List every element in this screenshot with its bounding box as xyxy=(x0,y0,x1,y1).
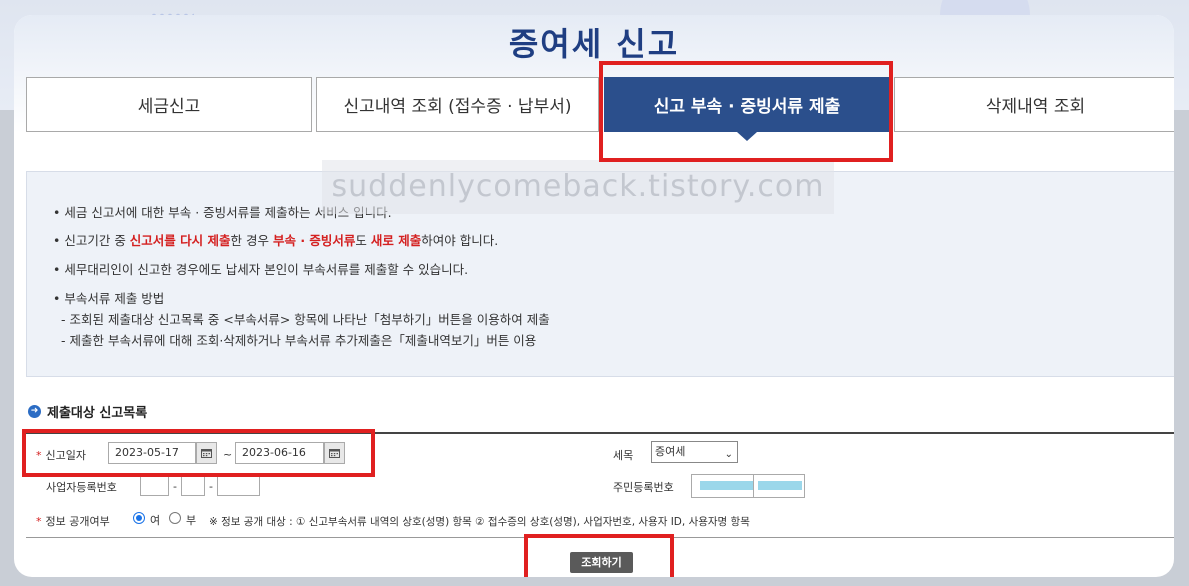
disclosure-yes-radio[interactable] xyxy=(133,512,145,524)
info-highlight: 부속 · 증빙서류 xyxy=(272,233,356,248)
disclosure-no-label: 부 xyxy=(186,514,197,527)
highlight-box xyxy=(524,534,674,577)
biz-no-part3-input[interactable] xyxy=(217,476,260,496)
tab-report-history[interactable]: 신고내역 조회 (접수증 · 납부서) xyxy=(316,77,599,132)
info-line: • 세무대리인이 신고한 경우에도 납세자 본인이 부속서류를 제출할 수 있습… xyxy=(53,262,469,277)
info-line: • 부속서류 제출 방법 xyxy=(53,291,165,306)
resident-no-label: 주민등록번호 xyxy=(613,481,674,494)
biz-no-label: 사업자등록번호 xyxy=(46,481,117,494)
info-line: • 신고기간 중 신고서를 다시 제출한 경우 부속 · 증빙서류도 새로 제출… xyxy=(53,230,498,249)
main-card: 증여세 신고 세금신고 신고내역 조회 (접수증 · 납부서) 신고 부속 · … xyxy=(14,15,1174,577)
info-sub-line: - 제출한 부속서류에 대해 조회·삭제하거나 부속서류 추가제출은「제출내역보… xyxy=(61,333,537,348)
section-title-text: 제출대상 신고목록 xyxy=(47,406,148,421)
chevron-down-icon: ⌄ xyxy=(724,449,733,460)
info-text: • 신고기간 중 xyxy=(53,233,130,248)
page-title: 증여세 신고 xyxy=(508,25,680,63)
disclosure-label-text: 정보 공개여부 xyxy=(45,515,110,528)
dash-separator: - xyxy=(209,480,213,493)
info-sub-line: - 조회된 제출대상 신고목록 중 <부속서류> 항목에 나타난「첨부하기」버튼… xyxy=(61,312,550,327)
info-text: 하여야 합니다. xyxy=(421,233,499,248)
watermark: suddenlycomeback.tistory.com xyxy=(322,160,834,214)
dash-separator: - xyxy=(173,480,177,493)
info-text: 한 경우 xyxy=(230,233,273,248)
masked-value xyxy=(758,481,802,490)
info-text: 도 xyxy=(355,233,371,248)
tax-type-value: 증여세 xyxy=(655,445,686,458)
disclosure-no-radio[interactable] xyxy=(169,512,181,524)
info-highlight: 신고서를 다시 제출 xyxy=(129,233,231,248)
disclosure-yes-label: 여 xyxy=(150,514,161,527)
highlight-box xyxy=(599,61,893,162)
tax-type-label: 세목 xyxy=(613,449,634,462)
resident-no-part2-input[interactable] xyxy=(753,474,805,498)
arrow-right-icon: ➜ xyxy=(28,405,41,418)
highlight-box xyxy=(22,429,375,477)
disclosure-label: * 정보 공개여부 xyxy=(36,513,110,529)
info-highlight: 새로 제출 xyxy=(370,233,422,248)
required-mark: * xyxy=(36,515,42,528)
tax-type-select[interactable]: 증여세 ⌄ xyxy=(651,441,738,463)
biz-no-part2-input[interactable] xyxy=(181,476,205,496)
disclosure-note: ※ 정보 공개 대상 : ① 신고부속서류 내역의 상호(성명) 항목 ② 접수… xyxy=(209,516,750,528)
tab-tax-report[interactable]: 세금신고 xyxy=(26,77,312,132)
section-title: ➜ 제출대상 신고목록 xyxy=(28,402,147,421)
tab-deleted-history[interactable]: 삭제내역 조회 xyxy=(894,77,1174,132)
biz-no-part1-input[interactable] xyxy=(140,476,169,496)
